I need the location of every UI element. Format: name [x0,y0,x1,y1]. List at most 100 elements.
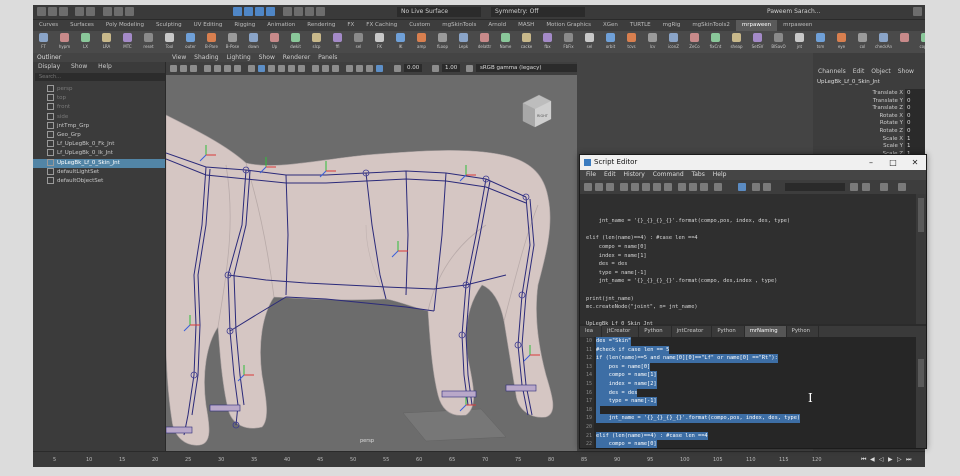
shelf-tab[interactable]: Rendering [301,20,341,31]
exposure-icon[interactable] [394,65,401,72]
open-scene-icon[interactable] [48,7,57,16]
channel-menu-show[interactable]: Show [898,68,914,75]
shelf-button[interactable]: LRA [96,31,117,53]
smooth-shade-icon[interactable] [258,65,265,72]
render-settings-icon[interactable] [316,7,325,16]
color-management-icon[interactable] [466,65,473,72]
shelf-button[interactable]: sel [579,31,600,53]
snap-curve-icon[interactable] [244,7,253,16]
shelf-tab[interactable]: mgSkinTools [436,20,482,31]
code-line[interactable]: jnt_name = '{}_{}_{}_{}'.format(compo,po… [596,414,801,423]
settings-icon[interactable] [898,183,906,191]
shelf-tab[interactable]: mrpaween [777,20,818,31]
show-input-icon[interactable] [689,183,697,191]
input-scrollbar[interactable] [916,337,926,448]
outliner-item[interactable]: Lf_UpLegBk_0_Fk_Jnt [33,140,165,149]
xray-joints-icon[interactable] [366,65,373,72]
viewport-panel[interactable]: View Shading Lighting Show Renderer Pane… [166,53,577,451]
gamma-icon[interactable] [432,65,439,72]
se-menu-help[interactable]: Help [713,171,727,178]
play-back-icon[interactable]: ◁ [879,456,885,463]
script-history-output[interactable]: jnt_name = '{}_{}_{}_{}'.format(compo,po… [580,194,916,327]
toggle-stack-icon[interactable] [738,183,746,191]
shelf-button[interactable]: delattr [474,31,495,53]
shelf-button[interactable]: Name [495,31,516,53]
shelf-button[interactable]: Tool [159,31,180,53]
dog-mesh[interactable] [166,114,554,446]
se-menu-file[interactable]: File [586,171,596,178]
shelf-tab[interactable]: Motion Graphics [540,20,597,31]
image-plane-icon[interactable] [204,65,211,72]
shelf-button[interactable]: SetSV [747,31,768,53]
view-transform-select[interactable]: sRGB gamma (legacy) [476,64,577,72]
ssao-icon[interactable] [312,65,319,72]
minimize-icon[interactable]: – [860,155,882,170]
show-history-icon[interactable] [678,183,686,191]
clear-input-icon[interactable] [653,183,661,191]
outliner-menu-display[interactable]: Display [38,63,60,70]
source-script-icon[interactable] [595,183,603,191]
code-line[interactable]: compo = name[0] [596,440,800,448]
dog-rig-scene[interactable]: RIGHT [166,75,577,451]
shelf-button[interactable]: down [243,31,264,53]
script-tab[interactable]: Python [787,326,819,337]
viewport-menu-lighting[interactable]: Lighting [226,54,250,61]
channel-menu-edit[interactable]: Edit [853,68,865,75]
shelf-button[interactable]: reset [138,31,159,53]
shelf-button[interactable]: ffi [327,31,348,53]
script-tab[interactable]: mrNaming [744,326,787,337]
script-tab[interactable]: jtCreator [602,326,640,337]
shelf-tab[interactable]: FX [341,20,360,31]
anti-alias-icon[interactable] [332,65,339,72]
show-both-icon[interactable] [700,183,708,191]
shelf-tab[interactable]: TURTLE [624,20,657,31]
shelf-tab[interactable]: Arnold [482,20,512,31]
se-menu-tabs[interactable]: Tabs [692,171,705,178]
code-line[interactable]: des = des [596,388,800,398]
open-script-icon[interactable] [584,183,592,191]
shelf-button[interactable]: ZeCo [684,31,705,53]
shadows-icon[interactable] [298,65,305,72]
outliner-menu-help[interactable]: Help [98,63,112,70]
shelf-button[interactable]: hypm [54,31,75,53]
shelf-button[interactable]: iconZ [663,31,684,53]
viewcube[interactable]: RIGHT [522,94,552,128]
shelf-button[interactable]: tsm [810,31,831,53]
outliner-item[interactable]: defaultObjectSet [33,177,165,186]
shelf-tab[interactable]: mgRig [657,20,687,31]
camera-attr-icon[interactable] [180,65,187,72]
shelf-button[interactable]: FT [33,31,54,53]
go-end-icon[interactable]: ⏭ [906,456,912,463]
channel-menu-object[interactable]: Object [871,68,891,75]
shelf-button[interactable]: cacke [516,31,537,53]
go-start-icon[interactable]: ⏮ [861,456,867,463]
live-surface-field[interactable]: No Live Surface [397,7,481,17]
shelf-tab[interactable]: XGen [597,20,624,31]
code-line[interactable]: type = name[-1] [596,397,800,406]
outliner-item[interactable]: persp [33,85,165,94]
outliner-item[interactable]: jntTmp_Grp [33,121,165,131]
shelf-tab[interactable]: FX Caching [360,20,403,31]
xray-icon[interactable] [356,65,363,72]
new-scene-icon[interactable] [37,7,46,16]
se-menu-command[interactable]: Command [653,171,684,178]
execute-selected-icon[interactable] [763,183,771,191]
film-gate-icon[interactable] [224,65,231,72]
shelf-tab[interactable]: Curves [33,20,64,31]
select-by-object-icon[interactable] [114,7,123,16]
shelf-button[interactable]: outer [180,31,201,53]
shelf-tab[interactable]: Animation [261,20,301,31]
outliner-item[interactable]: Geo_Grp [33,131,165,140]
shelf-tab[interactable]: mgSkinTools2 [686,20,736,31]
shelf-button[interactable]: orbit [600,31,621,53]
bookmark-icon[interactable] [190,65,197,72]
shelf-button[interactable]: B-Pare [201,31,222,53]
grid-icon[interactable] [214,65,221,72]
shelf-button[interactable]: lcv [642,31,663,53]
shelf-tab[interactable]: Custom [403,20,436,31]
shelf-button[interactable]: Lepk [453,31,474,53]
code-line[interactable]: des ="Skin" [596,337,800,346]
shelf-tab[interactable]: Sculpting [150,20,188,31]
code-line[interactable]: compo = name[1] [596,371,800,380]
shelf-tab[interactable]: UV Editing [188,20,229,31]
